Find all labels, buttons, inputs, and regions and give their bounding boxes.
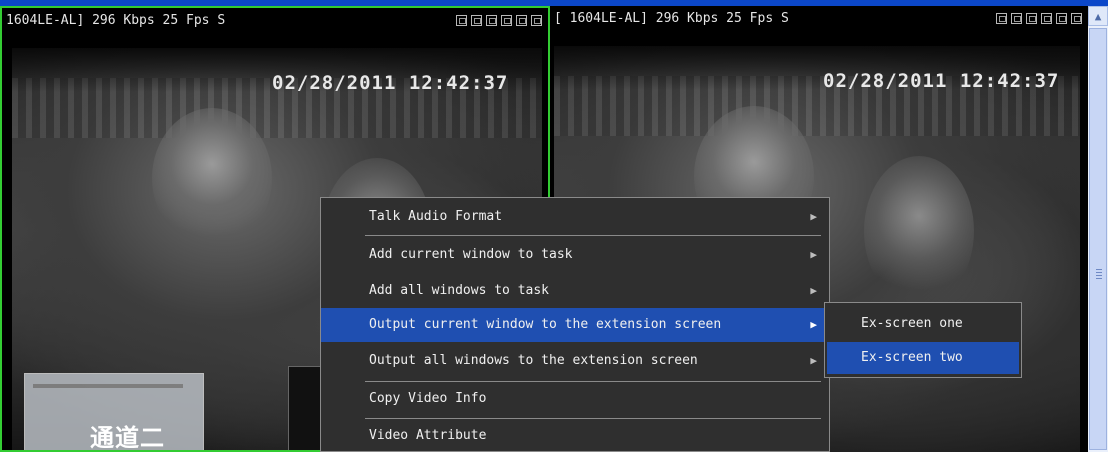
submenu-item-label: Ex-screen two <box>861 350 963 365</box>
pane-title-right: [ 1604LE-AL] 296 Kbps 25 Fps S <box>554 11 789 26</box>
video-timestamp-right: 02/28/2011 12:42:37 <box>823 70 1060 92</box>
submenu-item-ex-screen-one[interactable]: Ex-screen one <box>827 308 1019 340</box>
menu-item-add-all-windows[interactable]: Add all windows to task ▶ <box>321 274 829 308</box>
scroll-thumb[interactable] <box>1089 28 1107 450</box>
record-icon[interactable] <box>456 15 467 26</box>
menu-item-output-current-window[interactable]: Output current window to the extension s… <box>321 308 829 342</box>
submenu-item-label: Ex-screen one <box>861 316 963 331</box>
menu-item-label: Copy Video Info <box>369 391 487 406</box>
menu-item-label: Add all windows to task <box>369 283 550 298</box>
record-icon[interactable] <box>996 13 1007 24</box>
scroll-up-icon[interactable]: ▲ <box>1088 6 1108 26</box>
audio-icon[interactable] <box>1056 13 1067 24</box>
pane-toolbar-right <box>996 13 1082 24</box>
stream-icon[interactable] <box>501 15 512 26</box>
pane-titlebar-right: [ 1604LE-AL] 296 Kbps 25 Fps S <box>550 6 1088 32</box>
pane-titlebar-left: 1604LE-AL] 296 Kbps 25 Fps S <box>2 8 548 34</box>
menu-item-copy-video-info[interactable]: Copy Video Info <box>321 382 829 416</box>
vertical-scrollbar[interactable]: ▲ <box>1088 6 1108 452</box>
submenu-arrow-icon: ▶ <box>810 354 817 367</box>
ptz-icon[interactable] <box>486 15 497 26</box>
menu-item-video-attribute[interactable]: Video Attribute <box>321 419 829 453</box>
menu-item-talk-audio-format[interactable]: Talk Audio Format ▶ <box>321 200 829 234</box>
ptz-icon[interactable] <box>1026 13 1037 24</box>
scroll-grip-icon <box>1096 269 1102 279</box>
menu-item-label: Output all windows to the extension scre… <box>369 353 698 368</box>
submenu-arrow-icon: ▶ <box>810 248 817 261</box>
stream-icon[interactable] <box>1041 13 1052 24</box>
menu-item-output-all-windows[interactable]: Output all windows to the extension scre… <box>321 344 829 378</box>
menu-item-label: Video Attribute <box>369 428 487 443</box>
menu-item-label: Output current window to the extension s… <box>369 317 722 332</box>
video-scene-player <box>152 108 272 248</box>
pane-toolbar-left <box>456 15 542 26</box>
close-icon[interactable] <box>531 15 542 26</box>
menu-item-label: Add current window to task <box>369 247 573 262</box>
pane-title-left: 1604LE-AL] 296 Kbps 25 Fps S <box>6 13 226 28</box>
video-scene-player <box>864 156 974 306</box>
video-client-window: 02/28/2011 12:42:37 1604LE-AL] 296 Kbps … <box>0 0 1108 452</box>
snapshot-icon[interactable] <box>1011 13 1022 24</box>
audio-icon[interactable] <box>516 15 527 26</box>
extension-screen-submenu: Ex-screen one Ex-screen two <box>824 302 1022 378</box>
channel-label: 通道二 <box>90 424 165 452</box>
context-menu: Talk Audio Format ▶ Add current window t… <box>320 197 830 452</box>
submenu-arrow-icon: ▶ <box>810 318 817 331</box>
menu-separator <box>365 235 821 236</box>
submenu-arrow-icon: ▶ <box>810 284 817 297</box>
submenu-arrow-icon: ▶ <box>810 210 817 223</box>
video-timestamp-left: 02/28/2011 12:42:37 <box>272 72 509 94</box>
close-icon[interactable] <box>1071 13 1082 24</box>
submenu-item-ex-screen-two[interactable]: Ex-screen two <box>827 342 1019 374</box>
menu-item-add-current-window[interactable]: Add current window to task ▶ <box>321 238 829 272</box>
snapshot-icon[interactable] <box>471 15 482 26</box>
menu-item-label: Talk Audio Format <box>369 209 503 224</box>
